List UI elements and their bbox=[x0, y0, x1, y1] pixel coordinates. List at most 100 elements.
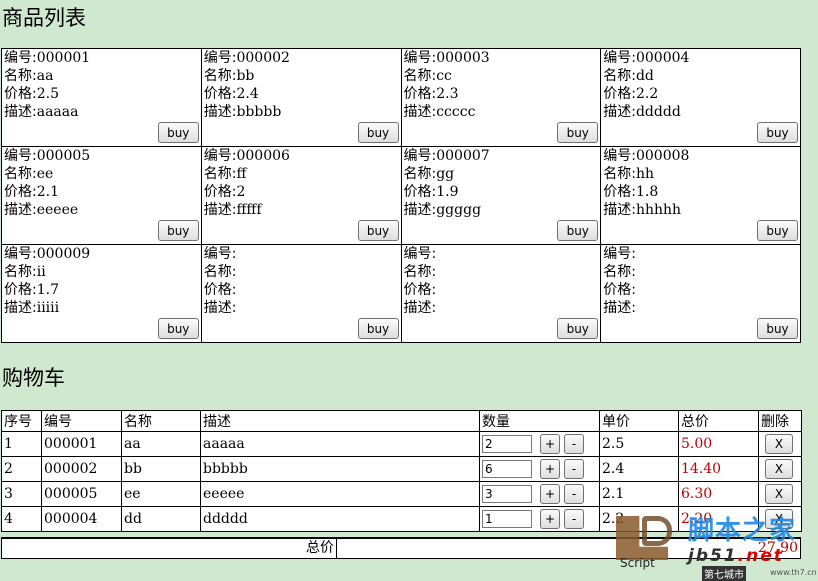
quantity-plus-button[interactable]: + bbox=[540, 484, 560, 504]
product-name-value: ii bbox=[36, 264, 46, 280]
product-name-line: 名称:ii bbox=[4, 263, 201, 281]
buy-button[interactable]: buy bbox=[557, 220, 599, 241]
cart-cell-qty: +- bbox=[479, 506, 600, 532]
buy-button[interactable]: buy bbox=[757, 122, 798, 143]
product-price-label: 价格: bbox=[403, 282, 437, 298]
product-id-value: 000009 bbox=[36, 246, 91, 262]
quantity-plus-button[interactable]: + bbox=[540, 434, 560, 454]
product-desc-value: ggggg bbox=[436, 202, 482, 218]
buy-button[interactable]: buy bbox=[357, 220, 399, 241]
product-desc-line: 描述:hhhhh bbox=[603, 201, 800, 219]
cart-cell-id: 000002 bbox=[41, 456, 122, 482]
cart-cell-qty: +- bbox=[479, 481, 600, 507]
product-price-line: 价格:2.3 bbox=[404, 85, 601, 103]
product-price-label: 价格: bbox=[4, 282, 37, 298]
product-price-line: 价格:2 bbox=[204, 183, 401, 201]
product-price-label: 价格: bbox=[203, 86, 237, 102]
delete-row-button[interactable]: X bbox=[765, 459, 793, 479]
cart-cell-id: 000004 bbox=[41, 506, 122, 532]
cart-cell-total: 14.40 bbox=[678, 456, 759, 482]
buy-button[interactable]: buy bbox=[157, 318, 199, 339]
watermark-badge: 第七城市 bbox=[702, 566, 746, 581]
product-desc-value: ddddd bbox=[635, 104, 681, 120]
product-id-value: 000002 bbox=[236, 50, 290, 66]
cart-cell-desc: eeeee bbox=[200, 481, 480, 507]
buy-button[interactable]: buy bbox=[357, 318, 399, 339]
product-cell: 编号:000007 名称:gg 价格:1.9 描述:ggggg buy bbox=[400, 146, 602, 245]
quantity-plus-button[interactable]: + bbox=[540, 509, 560, 529]
col-header-unit-price: 单价 bbox=[599, 410, 679, 432]
product-name-label: 名称: bbox=[603, 166, 636, 182]
product-cell: 编号:000008 名称:hh 价格:1.8 描述:hhhhh buy bbox=[600, 146, 801, 245]
quantity-minus-button[interactable]: - bbox=[564, 484, 584, 504]
product-desc-line: 描述:ggggg bbox=[404, 201, 601, 219]
buy-button[interactable]: buy bbox=[757, 220, 798, 241]
quantity-input[interactable] bbox=[482, 510, 532, 528]
product-id-line: 编号:000009 bbox=[4, 245, 201, 263]
cart-header-row: 序号 编号 名称 描述 数量 单价 总价 删除 bbox=[1, 410, 802, 432]
product-name-line: 名称: bbox=[603, 263, 800, 281]
cart-cell-delete: X bbox=[758, 481, 802, 507]
product-price-line: 价格:1.8 bbox=[603, 183, 800, 201]
quantity-minus-button[interactable]: - bbox=[564, 509, 584, 529]
product-grid: 编号:000001 名称:aa 价格:2.5 描述:aaaaa buy 编号:000002… bbox=[1, 48, 801, 343]
product-id-line: 编号:000006 bbox=[204, 147, 401, 165]
buy-button[interactable]: buy bbox=[757, 318, 798, 339]
product-cell: 编号:000004 名称:dd 价格:2.2 描述:ddddd buy bbox=[600, 48, 801, 147]
product-desc-value: bbbbb bbox=[236, 104, 282, 120]
product-desc-line: 描述: bbox=[603, 299, 800, 317]
delete-row-button[interactable]: X bbox=[765, 434, 793, 454]
cart-cell-index: 4 bbox=[1, 506, 42, 532]
product-price-label: 价格: bbox=[603, 282, 636, 298]
col-header-id: 编号 bbox=[41, 410, 122, 432]
buy-button[interactable]: buy bbox=[557, 318, 599, 339]
product-id-line: 编号:000007 bbox=[404, 147, 601, 165]
quantity-plus-button[interactable]: + bbox=[540, 459, 560, 479]
product-name-label: 名称: bbox=[4, 166, 37, 182]
quantity-input[interactable] bbox=[482, 435, 532, 453]
product-price-label: 价格: bbox=[203, 282, 237, 298]
cart-cell-index: 3 bbox=[1, 481, 42, 507]
product-price-value: 2.5 bbox=[36, 86, 59, 102]
product-id-value: 000005 bbox=[36, 148, 91, 164]
product-desc-line: 描述:eeeee bbox=[4, 201, 201, 219]
product-id-label: 编号: bbox=[4, 50, 37, 66]
table-row: 1000001aaaaaaa+-2.55.00X bbox=[1, 431, 802, 457]
buy-button[interactable]: buy bbox=[157, 122, 199, 143]
delete-row-button[interactable]: X bbox=[765, 509, 793, 529]
product-id-label: 编号: bbox=[203, 50, 237, 66]
cart-cell-unit-price: 2.2 bbox=[599, 506, 679, 532]
quantity-input[interactable] bbox=[482, 460, 532, 478]
quantity-minus-button[interactable]: - bbox=[564, 434, 584, 454]
cart-cell-index: 2 bbox=[1, 456, 42, 482]
cart-cell-name: bb bbox=[121, 456, 201, 482]
col-header-index: 序号 bbox=[1, 410, 42, 432]
product-name-line: 名称:aa bbox=[4, 67, 201, 85]
product-desc-label: 描述: bbox=[203, 104, 237, 120]
product-row: 编号:000001 名称:aa 价格:2.5 描述:aaaaa buy 编号:000002… bbox=[1, 48, 801, 147]
product-desc-label: 描述: bbox=[603, 104, 636, 120]
product-price-line: 价格: bbox=[603, 281, 800, 299]
buy-button[interactable]: buy bbox=[557, 122, 599, 143]
col-header-delete: 删除 bbox=[758, 410, 802, 432]
delete-row-button[interactable]: X bbox=[765, 484, 793, 504]
cart-cell-delete: X bbox=[758, 431, 802, 457]
product-desc-line: 描述:ccccc bbox=[404, 103, 601, 121]
summary-label: 总价 bbox=[2, 539, 337, 559]
cart-cell-unit-price: 2.4 bbox=[599, 456, 679, 482]
product-desc-value: hhhhh bbox=[635, 202, 682, 218]
quantity-minus-button[interactable]: - bbox=[564, 459, 584, 479]
cart-cell-desc: ddddd bbox=[200, 506, 480, 532]
col-header-desc: 描述 bbox=[200, 410, 480, 432]
quantity-input[interactable] bbox=[482, 485, 532, 503]
watermark-small-url: www.th7.cn bbox=[770, 568, 817, 577]
buy-button[interactable]: buy bbox=[357, 122, 399, 143]
cart-cell-index: 1 bbox=[1, 431, 42, 457]
product-name-value: ff bbox=[236, 166, 247, 182]
product-name-label: 名称: bbox=[403, 264, 437, 280]
product-desc-line: 描述:fffff bbox=[204, 201, 401, 219]
cart-cell-delete: X bbox=[758, 506, 802, 532]
buy-button[interactable]: buy bbox=[157, 220, 199, 241]
col-header-total: 总价 bbox=[678, 410, 759, 432]
col-header-qty: 数量 bbox=[479, 410, 600, 432]
